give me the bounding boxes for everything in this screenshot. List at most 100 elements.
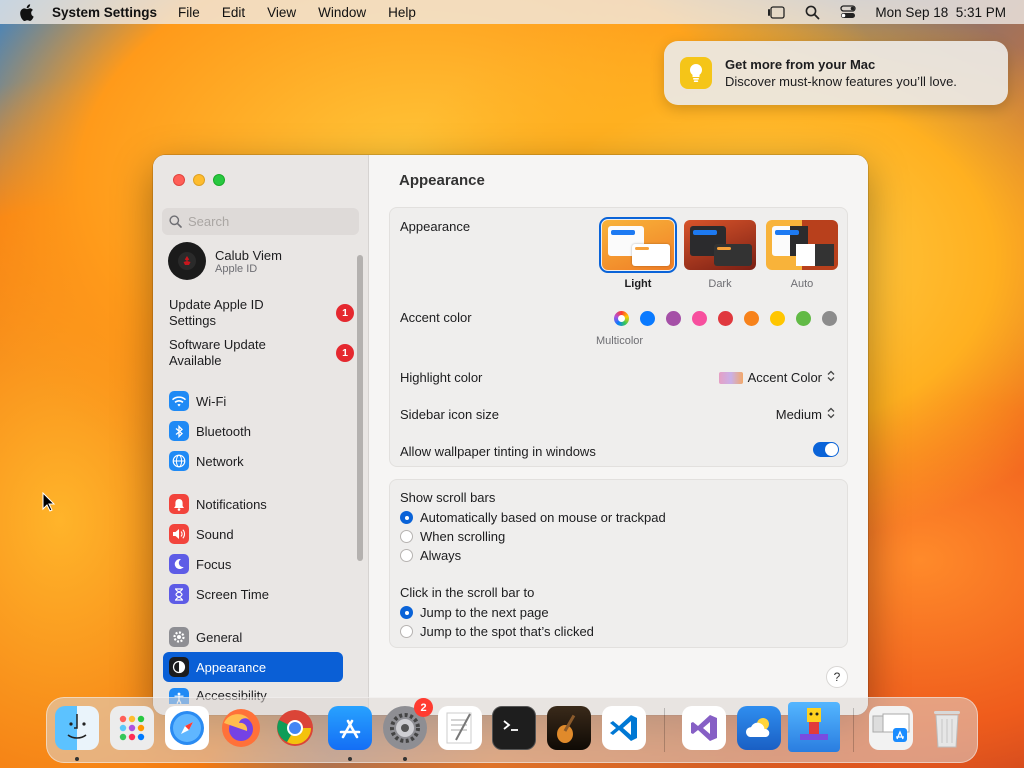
sidebar-alert-update-apple-id[interactable]: Update Apple ID Settings 1 <box>169 297 359 329</box>
gear-icon <box>169 627 189 647</box>
close-button[interactable] <box>173 174 185 186</box>
radio-label: Jump to the spot that’s clicked <box>420 624 594 639</box>
sidebar-item-sound[interactable]: Sound <box>163 519 343 549</box>
game-character-icon <box>800 708 828 740</box>
sidebar-item-bluetooth[interactable]: Bluetooth <box>163 416 343 446</box>
sidebar-icon-size-value: Medium <box>775 407 822 422</box>
sidebar-item-focus[interactable]: Focus <box>163 549 343 579</box>
accent-purple-swatch[interactable] <box>666 311 681 326</box>
sidebar-scrollbar[interactable] <box>357 255 363 561</box>
menu-help[interactable]: Help <box>388 5 416 20</box>
sidebar-item-label: Network <box>196 453 244 469</box>
highlight-color-popup[interactable]: Accent Color <box>718 370 835 385</box>
dock-separator <box>664 708 665 752</box>
apple-id-account[interactable]: Calub Viem Apple ID <box>168 242 282 280</box>
dock-chrome[interactable] <box>273 706 317 750</box>
theme-light[interactable]: Light <box>599 217 677 290</box>
theme-dark-preview[interactable] <box>684 220 756 270</box>
dock-finder[interactable] <box>55 706 99 750</box>
spotlight-search-icon[interactable] <box>803 4 821 20</box>
stage-manager-icon[interactable] <box>767 4 786 20</box>
accent-red-swatch[interactable] <box>718 311 733 326</box>
menu-file[interactable]: File <box>178 5 200 20</box>
radio-label: Automatically based on mouse or trackpad <box>420 510 666 525</box>
accent-green-swatch[interactable] <box>796 311 811 326</box>
radio-button[interactable] <box>400 530 413 543</box>
radio-button[interactable] <box>400 625 413 638</box>
alert-label: Software Update Available <box>169 337 266 368</box>
radio-button[interactable] <box>400 511 413 524</box>
chevron-updown-icon <box>827 407 835 422</box>
dock-textedit[interactable] <box>438 706 482 750</box>
menu-app-name[interactable]: System Settings <box>52 5 157 20</box>
window-controls <box>173 174 225 186</box>
accent-graphite-swatch[interactable] <box>822 311 837 326</box>
moon-icon <box>169 554 189 574</box>
theme-auto-preview[interactable] <box>766 220 838 270</box>
theme-auto[interactable]: Auto <box>766 220 838 290</box>
dock-system-settings[interactable]: 2 <box>383 698 433 750</box>
radio-button[interactable] <box>400 549 413 562</box>
dock-terminal[interactable] <box>492 706 536 750</box>
dock-app-store[interactable] <box>328 706 372 750</box>
wallpaper-tinting-toggle[interactable] <box>813 442 839 457</box>
dock-downloads-stack[interactable] <box>869 706 913 750</box>
control-center-icon[interactable] <box>839 4 857 20</box>
sidebar-icon-size-popup[interactable]: Medium <box>776 407 835 422</box>
scroll-option-always[interactable]: Always <box>400 548 461 563</box>
menu-view[interactable]: View <box>267 5 296 20</box>
click-option-next-page[interactable]: Jump to the next page <box>400 605 549 620</box>
zoom-button[interactable] <box>213 174 225 186</box>
sidebar-item-notifications[interactable]: Notifications <box>163 489 343 519</box>
sidebar-item-screen-time[interactable]: Screen Time <box>163 579 343 609</box>
sidebar-item-network[interactable]: Network <box>163 446 343 476</box>
accent-orange-swatch[interactable] <box>744 311 759 326</box>
theme-dark[interactable]: Dark <box>684 220 756 290</box>
menu-clock[interactable]: Mon Sep 18 5:31 PM <box>875 5 1006 20</box>
radio-label: When scrolling <box>420 529 506 544</box>
accent-yellow-swatch[interactable] <box>770 311 785 326</box>
account-subtitle: Apple ID <box>215 262 258 275</box>
scroll-option-when-scrolling[interactable]: When scrolling <box>400 529 505 544</box>
radio-button[interactable] <box>400 606 413 619</box>
running-indicator <box>403 757 407 761</box>
scroll-option-automatic[interactable]: Automatically based on mouse or trackpad <box>400 510 666 525</box>
theme-light-preview[interactable] <box>599 217 677 273</box>
menu-bar: System Settings File Edit View Window He… <box>0 0 1024 24</box>
sidebar-item-appearance[interactable]: Appearance <box>163 652 343 682</box>
dock-weather[interactable] <box>737 706 781 750</box>
sidebar: Calub Viem Apple ID Update Apple ID Sett… <box>153 155 369 715</box>
running-indicator <box>75 757 79 761</box>
accent-blue-swatch[interactable] <box>640 311 655 326</box>
dock-separator <box>853 708 854 752</box>
menu-edit[interactable]: Edit <box>222 5 245 20</box>
dock-vscode[interactable] <box>602 706 646 750</box>
search-input[interactable] <box>188 214 348 229</box>
accent-multicolor-swatch[interactable] <box>614 311 629 326</box>
globe-icon <box>169 451 189 471</box>
account-name: Calub Viem <box>215 247 282 263</box>
dock-launchpad[interactable] <box>110 706 154 750</box>
notification-body: Discover must-know features you’ll love. <box>725 74 957 89</box>
apple-menu-icon[interactable] <box>0 3 52 21</box>
accent-pink-swatch[interactable] <box>692 311 707 326</box>
sidebar-item-general[interactable]: General <box>163 622 343 652</box>
dock-visual-studio[interactable] <box>682 706 726 750</box>
dock-garageband[interactable] <box>547 706 591 750</box>
firefox-icon <box>222 709 260 747</box>
dock-game[interactable] <box>788 702 840 752</box>
dock-trash[interactable] <box>925 706 969 750</box>
sidebar-alert-software-update[interactable]: Software Update Available 1 <box>169 337 359 369</box>
dock-firefox[interactable] <box>219 706 263 750</box>
menu-window[interactable]: Window <box>318 5 366 20</box>
dock-safari[interactable] <box>165 706 209 750</box>
notification-banner[interactable]: Get more from your Mac Discover must-kno… <box>664 41 1008 105</box>
help-button[interactable]: ? <box>826 666 848 688</box>
trash-icon <box>934 711 960 748</box>
app-store-icon <box>339 719 361 739</box>
click-option-spot-clicked[interactable]: Jump to the spot that’s clicked <box>400 624 594 639</box>
alert-label: Update Apple ID Settings <box>169 297 264 328</box>
sidebar-item-wifi[interactable]: Wi-Fi <box>163 386 343 416</box>
search-field[interactable] <box>162 208 359 235</box>
minimize-button[interactable] <box>193 174 205 186</box>
